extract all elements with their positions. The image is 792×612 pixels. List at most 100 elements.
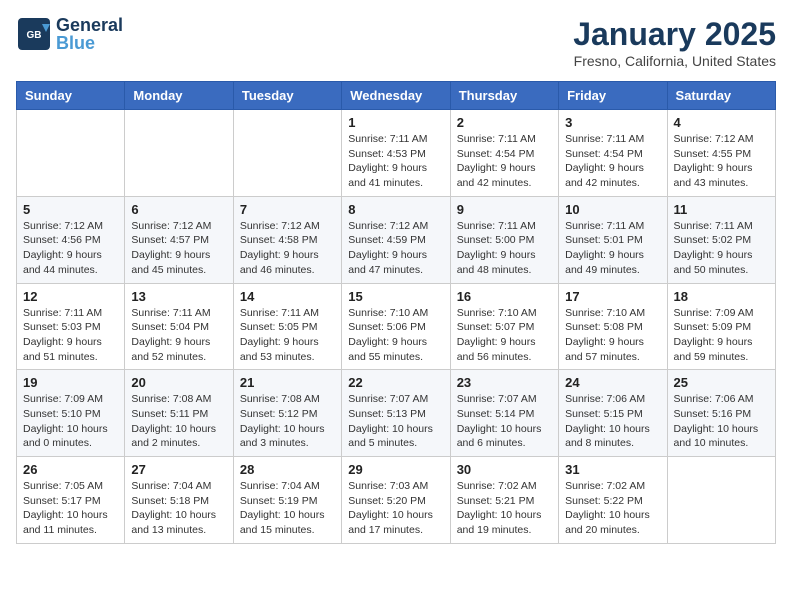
day-info: Sunrise: 7:04 AM Sunset: 5:18 PM Dayligh… [131,479,226,538]
calendar-cell: 13Sunrise: 7:11 AM Sunset: 5:04 PM Dayli… [125,283,233,370]
day-number: 16 [457,289,552,304]
day-info: Sunrise: 7:11 AM Sunset: 5:00 PM Dayligh… [457,219,552,278]
calendar-cell: 31 Sunrise: 7:02 AM Sunset: 5:22 PM Dayli… [559,457,667,544]
logo-line1: General [56,16,123,34]
month-title: January 2025 [573,16,776,53]
day-number: 10 [565,202,660,217]
day-info: Sunrise: 7:02 AM Sunset: 5:21 PM Dayligh… [457,479,552,538]
calendar-cell: 24 Sunrise: 7:06 AM Sunset: 5:15 PM Dayli… [559,370,667,457]
calendar-cell: 7 Sunrise: 7:12 AM Sunset: 4:58 PM Daylig… [233,196,341,283]
calendar-cell: 6 Sunrise: 7:12 AM Sunset: 4:57 PM Daylig… [125,196,233,283]
day-number: 21 [240,375,335,390]
logo-text: General Blue [56,16,123,52]
weekday-header: Saturday [667,82,775,110]
day-number: 26 [23,462,118,477]
day-number: 20 [131,375,226,390]
day-number: 18 [674,289,769,304]
calendar-cell: 12 Sunrise: 7:11 AM Sunset: 5:03 PM Dayli… [17,283,125,370]
day-info: Sunrise: 7:11 AM Sunset: 4:53 PM Dayligh… [348,132,443,191]
day-number: 7 [240,202,335,217]
day-number: 12 [23,289,118,304]
calendar-cell: 28 Sunrise: 7:04 AM Sunset: 5:19 PM Dayli… [233,457,341,544]
day-number: 11 [674,202,769,217]
day-info: Sunrise: 7:06 AM Sunset: 5:15 PM Dayligh… [565,392,660,451]
day-info: Sunrise: 7:10 AM Sunset: 5:08 PM Dayligh… [565,306,660,365]
logo-line2: Blue [56,34,123,52]
location: Fresno, California, United States [573,53,776,69]
day-number: 29 [348,462,443,477]
day-number: 25 [674,375,769,390]
day-number: 28 [240,462,335,477]
calendar-cell: 1Sunrise: 7:11 AM Sunset: 4:53 PM Daylig… [342,110,450,197]
day-info: Sunrise: 7:12 AM Sunset: 4:57 PM Dayligh… [131,219,226,278]
calendar-cell [667,457,775,544]
day-info: Sunrise: 7:12 AM Sunset: 4:55 PM Dayligh… [674,132,769,191]
day-number: 2 [457,115,552,130]
weekday-header: Wednesday [342,82,450,110]
calendar-cell: 21Sunrise: 7:08 AM Sunset: 5:12 PM Dayli… [233,370,341,457]
logo-icon: GB [16,16,52,52]
calendar-cell: 29 Sunrise: 7:03 AM Sunset: 5:20 PM Dayli… [342,457,450,544]
calendar-cell: 19 Sunrise: 7:09 AM Sunset: 5:10 PM Dayli… [17,370,125,457]
calendar-cell: 18 Sunrise: 7:09 AM Sunset: 5:09 PM Dayli… [667,283,775,370]
day-number: 6 [131,202,226,217]
logo: GB General Blue [16,16,123,52]
day-number: 27 [131,462,226,477]
calendar: SundayMondayTuesdayWednesdayThursdayFrid… [16,81,776,544]
calendar-cell: 17 Sunrise: 7:10 AM Sunset: 5:08 PM Dayli… [559,283,667,370]
day-info: Sunrise: 7:09 AM Sunset: 5:10 PM Dayligh… [23,392,118,451]
weekday-header: Monday [125,82,233,110]
svg-text:GB: GB [27,30,42,41]
day-info: Sunrise: 7:07 AM Sunset: 5:13 PM Dayligh… [348,392,443,451]
day-number: 8 [348,202,443,217]
calendar-cell: 4Sunrise: 7:12 AM Sunset: 4:55 PM Daylig… [667,110,775,197]
day-info: Sunrise: 7:05 AM Sunset: 5:17 PM Dayligh… [23,479,118,538]
day-info: Sunrise: 7:10 AM Sunset: 5:07 PM Dayligh… [457,306,552,365]
calendar-cell: 22Sunrise: 7:07 AM Sunset: 5:13 PM Dayli… [342,370,450,457]
day-info: Sunrise: 7:12 AM Sunset: 4:58 PM Dayligh… [240,219,335,278]
day-info: Sunrise: 7:11 AM Sunset: 5:04 PM Dayligh… [131,306,226,365]
day-number: 15 [348,289,443,304]
calendar-cell: 25 Sunrise: 7:06 AM Sunset: 5:16 PM Dayli… [667,370,775,457]
calendar-cell: 9Sunrise: 7:11 AM Sunset: 5:00 PM Daylig… [450,196,558,283]
day-info: Sunrise: 7:11 AM Sunset: 5:02 PM Dayligh… [674,219,769,278]
calendar-cell: 10 Sunrise: 7:11 AM Sunset: 5:01 PM Dayli… [559,196,667,283]
calendar-cell: 8 Sunrise: 7:12 AM Sunset: 4:59 PM Daylig… [342,196,450,283]
day-info: Sunrise: 7:11 AM Sunset: 4:54 PM Dayligh… [457,132,552,191]
day-info: Sunrise: 7:11 AM Sunset: 5:03 PM Dayligh… [23,306,118,365]
calendar-cell: 5 Sunrise: 7:12 AM Sunset: 4:56 PM Daylig… [17,196,125,283]
day-info: Sunrise: 7:11 AM Sunset: 5:01 PM Dayligh… [565,219,660,278]
day-number: 14 [240,289,335,304]
day-number: 19 [23,375,118,390]
calendar-cell: 30 Sunrise: 7:02 AM Sunset: 5:21 PM Dayli… [450,457,558,544]
calendar-cell: 11 Sunrise: 7:11 AM Sunset: 5:02 PM Dayli… [667,196,775,283]
calendar-cell [17,110,125,197]
day-number: 3 [565,115,660,130]
day-number: 30 [457,462,552,477]
day-info: Sunrise: 7:08 AM Sunset: 5:11 PM Dayligh… [131,392,226,451]
calendar-cell [233,110,341,197]
calendar-cell: 20 Sunrise: 7:08 AM Sunset: 5:11 PM Dayli… [125,370,233,457]
day-info: Sunrise: 7:06 AM Sunset: 5:16 PM Dayligh… [674,392,769,451]
calendar-cell: 23 Sunrise: 7:07 AM Sunset: 5:14 PM Dayli… [450,370,558,457]
day-number: 17 [565,289,660,304]
day-number: 23 [457,375,552,390]
day-info: Sunrise: 7:12 AM Sunset: 4:56 PM Dayligh… [23,219,118,278]
title-block: January 2025 Fresno, California, United … [573,16,776,69]
day-number: 31 [565,462,660,477]
day-info: Sunrise: 7:10 AM Sunset: 5:06 PM Dayligh… [348,306,443,365]
day-info: Sunrise: 7:04 AM Sunset: 5:19 PM Dayligh… [240,479,335,538]
calendar-cell: 16 Sunrise: 7:10 AM Sunset: 5:07 PM Dayli… [450,283,558,370]
day-info: Sunrise: 7:03 AM Sunset: 5:20 PM Dayligh… [348,479,443,538]
calendar-cell: 14 Sunrise: 7:11 AM Sunset: 5:05 PM Dayli… [233,283,341,370]
day-number: 24 [565,375,660,390]
day-info: Sunrise: 7:02 AM Sunset: 5:22 PM Dayligh… [565,479,660,538]
calendar-cell: 2 Sunrise: 7:11 AM Sunset: 4:54 PM Daylig… [450,110,558,197]
day-info: Sunrise: 7:11 AM Sunset: 5:05 PM Dayligh… [240,306,335,365]
day-info: Sunrise: 7:09 AM Sunset: 5:09 PM Dayligh… [674,306,769,365]
weekday-header: Friday [559,82,667,110]
day-info: Sunrise: 7:12 AM Sunset: 4:59 PM Dayligh… [348,219,443,278]
weekday-header: Sunday [17,82,125,110]
day-number: 5 [23,202,118,217]
day-info: Sunrise: 7:07 AM Sunset: 5:14 PM Dayligh… [457,392,552,451]
